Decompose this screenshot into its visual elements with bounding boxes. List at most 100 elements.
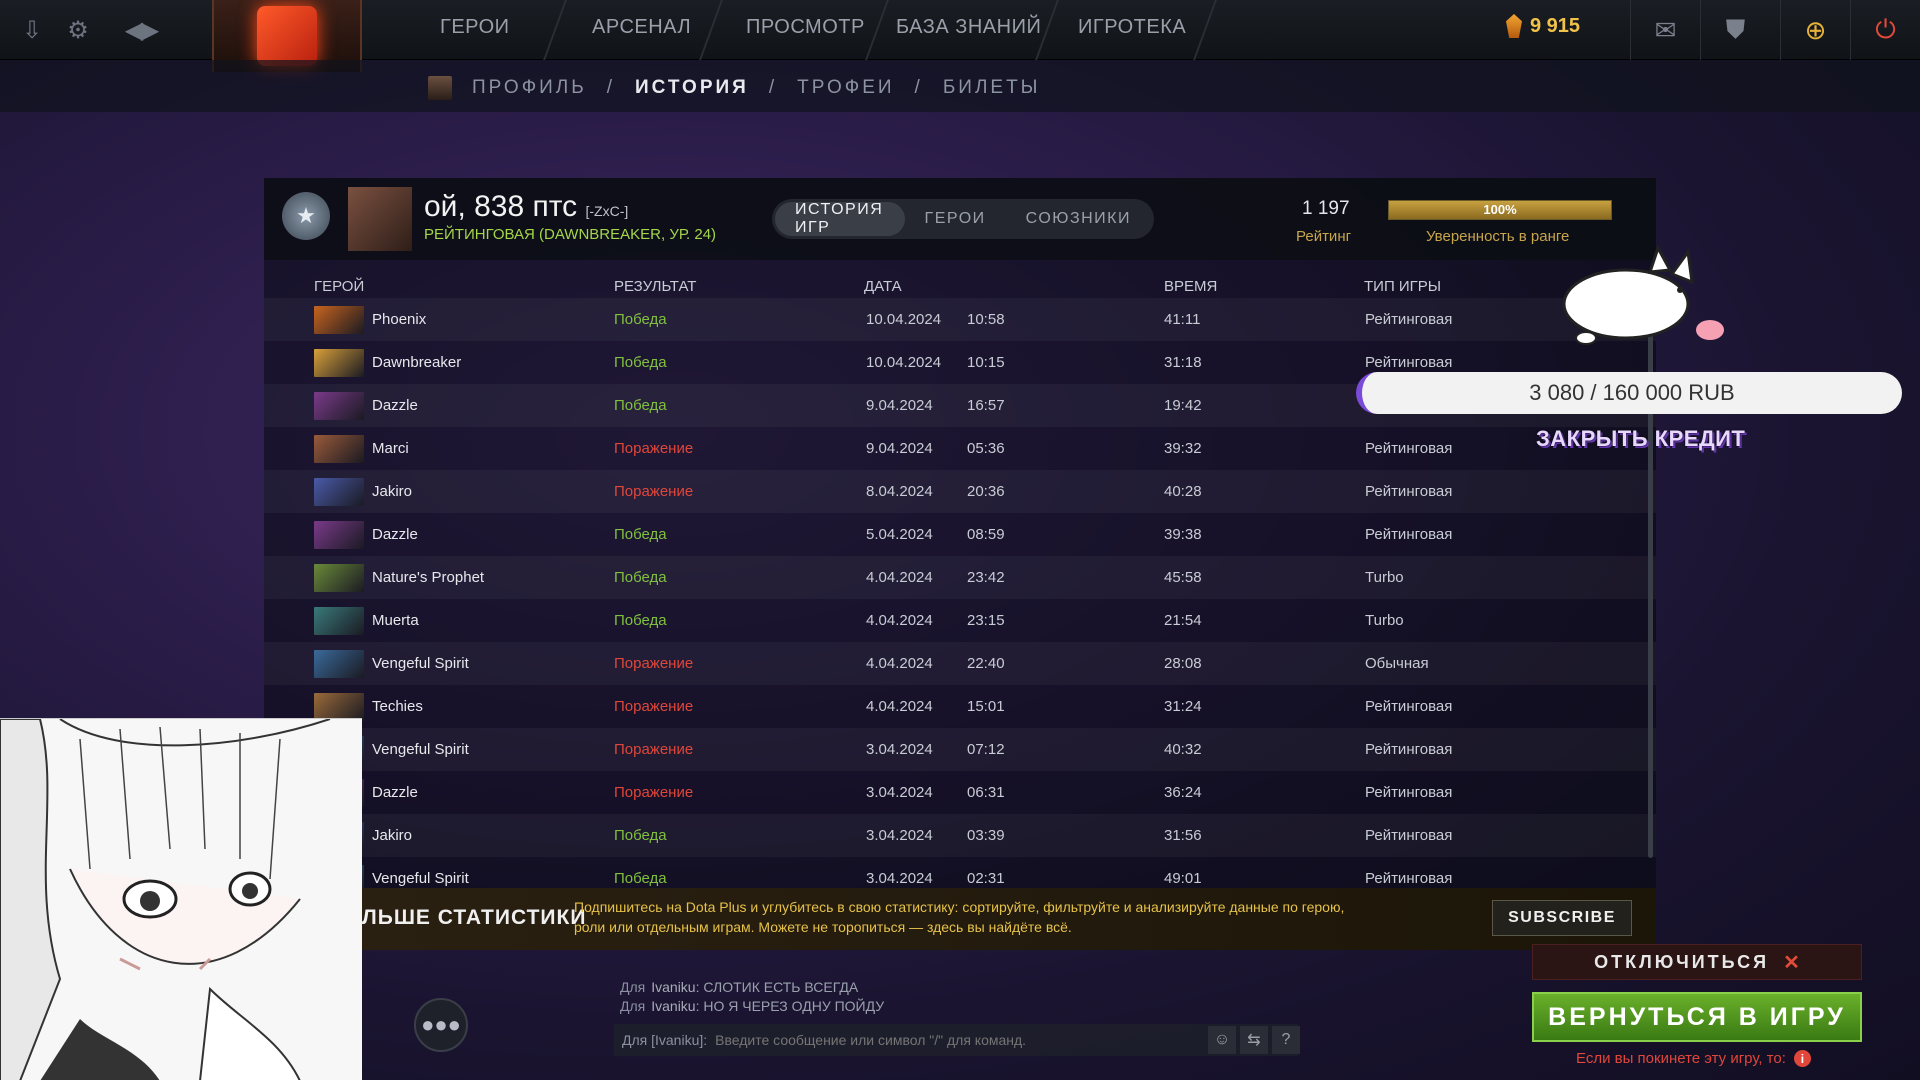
hero-portrait-icon xyxy=(314,564,364,592)
hero-name: Nature's Prophet xyxy=(372,569,485,586)
table-row[interactable]: Jakiro Победа 3.04.2024 03:39 31:56 Рейтингов… xyxy=(264,814,1656,857)
forward-arrow-icon[interactable]: ▶ xyxy=(140,12,160,48)
table-row[interactable]: Techies Поражение 4.04.2024 15:01 31:24 Рейти… xyxy=(264,685,1656,728)
game-type: Рейтинговая xyxy=(1365,698,1453,715)
rank-confidence-value: 100% xyxy=(1483,202,1517,217)
match-duration: 19:42 xyxy=(1164,397,1202,414)
game-type: Turbo xyxy=(1365,569,1404,586)
table-row[interactable]: Phoenix Победа 10.04.2024 10:58 41:11 Рейтинг… xyxy=(264,298,1656,341)
top-bar: ⇩ ⚙ ◀ ▶ ГЕРОИ АРСЕНАЛ ПРОСМОТР БАЗА ЗНАН… xyxy=(0,0,1920,72)
crumb-history[interactable]: ИСТОРИЯ xyxy=(635,77,749,99)
mail-icon[interactable]: ✉ xyxy=(1630,0,1700,60)
match-date: 8.04.2024 xyxy=(866,483,933,500)
tab-match-history[interactable]: ИСТОРИЯ ИГР xyxy=(775,201,905,236)
hero-portrait-icon xyxy=(314,306,364,334)
shard-icon xyxy=(1506,14,1522,38)
dota-plus-banner: ЛЬШЕ СТАТИСТИКИ Подпишитесь на Dota Plus… xyxy=(340,888,1656,950)
hero-name: Vengeful Spirit xyxy=(372,870,469,887)
table-row[interactable]: Jakiro Поражение 8.04.2024 20:36 40:28 Рейтин… xyxy=(264,470,1656,513)
table-row[interactable]: Vengeful Spirit Поражение 3.04.2024 07:12 40… xyxy=(264,728,1656,771)
chat-target[interactable]: Для [Ivaniku]: xyxy=(622,1032,707,1048)
crumb-trophies[interactable]: ТРОФЕИ xyxy=(797,77,894,99)
match-duration: 49:01 xyxy=(1164,870,1202,887)
return-to-game-button[interactable]: ВЕРНУТЬСЯ В ИГРУ xyxy=(1532,992,1862,1042)
hero-portrait-icon xyxy=(314,693,364,721)
tab-heroes[interactable]: ГЕРОИ xyxy=(905,202,1006,236)
match-result: Победа xyxy=(614,569,667,586)
nav-separator xyxy=(699,0,723,60)
match-time: 05:36 xyxy=(967,440,1005,457)
match-result: Поражение xyxy=(614,483,694,500)
collapse-icon[interactable]: ⇩ xyxy=(14,12,50,48)
subscribe-button[interactable]: SUBSCRIBE xyxy=(1492,900,1632,936)
nav-learn[interactable]: БАЗА ЗНАНИЙ xyxy=(896,16,1041,39)
table-row[interactable]: Marci Поражение 9.04.2024 05:36 39:32 Рейтинг… xyxy=(264,427,1656,470)
armory-shield-icon[interactable]: ⛊ xyxy=(1700,0,1770,60)
match-duration: 31:56 xyxy=(1164,827,1202,844)
match-time: 23:42 xyxy=(967,569,1005,586)
hero-name: Dawnbreaker xyxy=(372,354,462,371)
dota-logo-icon xyxy=(257,6,317,66)
table-row[interactable]: Vengeful Spirit Поражение 4.04.2024 22:40 28… xyxy=(264,642,1656,685)
match-duration: 39:38 xyxy=(1164,526,1202,543)
avatar[interactable] xyxy=(348,187,412,251)
match-duration: 45:58 xyxy=(1164,569,1202,586)
match-duration: 28:08 xyxy=(1164,655,1202,672)
crumb-profile[interactable]: ПРОФИЛЬ xyxy=(472,77,587,99)
nav-watch[interactable]: ПРОСМОТР xyxy=(746,16,865,39)
disconnect-button[interactable]: ОТКЛЮЧИТЬСЯ ✕ xyxy=(1532,944,1862,980)
match-result: Поражение xyxy=(614,741,694,758)
match-date: 3.04.2024 xyxy=(866,741,933,758)
cat-mascot-icon xyxy=(1562,244,1724,345)
match-time: 22:40 xyxy=(967,655,1005,672)
gear-icon[interactable]: ⚙ xyxy=(60,12,96,48)
table-row[interactable]: Dazzle Поражение 3.04.2024 06:31 36:24 Рейтин… xyxy=(264,771,1656,814)
match-time: 06:31 xyxy=(967,784,1005,801)
dota-plus-icon[interactable]: ⊕ xyxy=(1780,0,1850,60)
table-row[interactable]: Nature's Prophet Победа 4.04.2024 23:42 45:5… xyxy=(264,556,1656,599)
game-type: Рейтинговая xyxy=(1365,311,1453,328)
match-result: Победа xyxy=(614,354,667,371)
nav-separator xyxy=(543,0,567,60)
match-time: 07:12 xyxy=(967,741,1005,758)
match-result: Поражение xyxy=(614,698,694,715)
chat-input[interactable] xyxy=(715,1032,1196,1048)
hero-portrait-icon xyxy=(314,435,364,463)
nav-armory[interactable]: АРСЕНАЛ xyxy=(592,16,691,39)
shards-balance[interactable]: 9 915 xyxy=(1506,14,1580,38)
table-row[interactable]: Muerta Победа 4.04.2024 23:15 21:54 Turbo xyxy=(264,599,1656,642)
match-date: 4.04.2024 xyxy=(866,698,933,715)
match-time: 02:31 xyxy=(967,870,1005,887)
nav-heroes[interactable]: ГЕРОИ xyxy=(440,16,510,39)
player-status: РЕЙТИНГОВАЯ (DAWNBREAKER, УР. 24) xyxy=(424,226,717,243)
rating-value: 1 197 xyxy=(1302,198,1350,219)
hero-portrait-icon xyxy=(314,521,364,549)
table-row[interactable]: Dazzle Победа 5.04.2024 08:59 39:38 Рейтингов… xyxy=(264,513,1656,556)
col-duration[interactable]: ВРЕМЯ xyxy=(1164,278,1217,295)
power-icon[interactable]: ⏻ xyxy=(1850,0,1920,60)
hero-name: Dazzle xyxy=(372,397,418,414)
streamer-manga-overlay xyxy=(0,718,362,1080)
match-date: 10.04.2024 xyxy=(866,311,942,328)
col-hero[interactable]: ГЕРОЙ xyxy=(314,278,364,295)
crumb-tickets[interactable]: БИЛЕТЫ xyxy=(943,77,1041,99)
help-icon[interactable]: ? xyxy=(1272,1026,1300,1054)
hero-name: Vengeful Spirit xyxy=(372,741,469,758)
info-icon[interactable]: i xyxy=(1793,1050,1811,1067)
emoji-icon[interactable]: ☺ xyxy=(1208,1026,1236,1054)
game-type: Рейтинговая xyxy=(1365,741,1453,758)
rank-medal-icon: ★ xyxy=(282,192,330,240)
match-date: 4.04.2024 xyxy=(866,612,933,629)
game-type: Turbo xyxy=(1365,612,1404,629)
match-result: Поражение xyxy=(614,440,694,457)
game-type: Рейтинговая xyxy=(1365,483,1453,500)
match-date: 3.04.2024 xyxy=(866,870,933,887)
nav-arcade[interactable]: ИГРОТЕКА xyxy=(1078,16,1186,39)
col-result[interactable]: РЕЗУЛЬТАТ xyxy=(614,278,696,295)
col-game-type[interactable]: ТИП ИГРЫ xyxy=(1364,278,1441,295)
party-icon[interactable]: ●●● xyxy=(414,998,468,1052)
hero-name: Vengeful Spirit xyxy=(372,655,469,672)
tab-allies[interactable]: СОЮЗНИКИ xyxy=(1006,202,1151,236)
chat-wheel-icon[interactable]: ⇆ xyxy=(1240,1026,1268,1054)
col-date[interactable]: ДАТА xyxy=(864,278,902,295)
